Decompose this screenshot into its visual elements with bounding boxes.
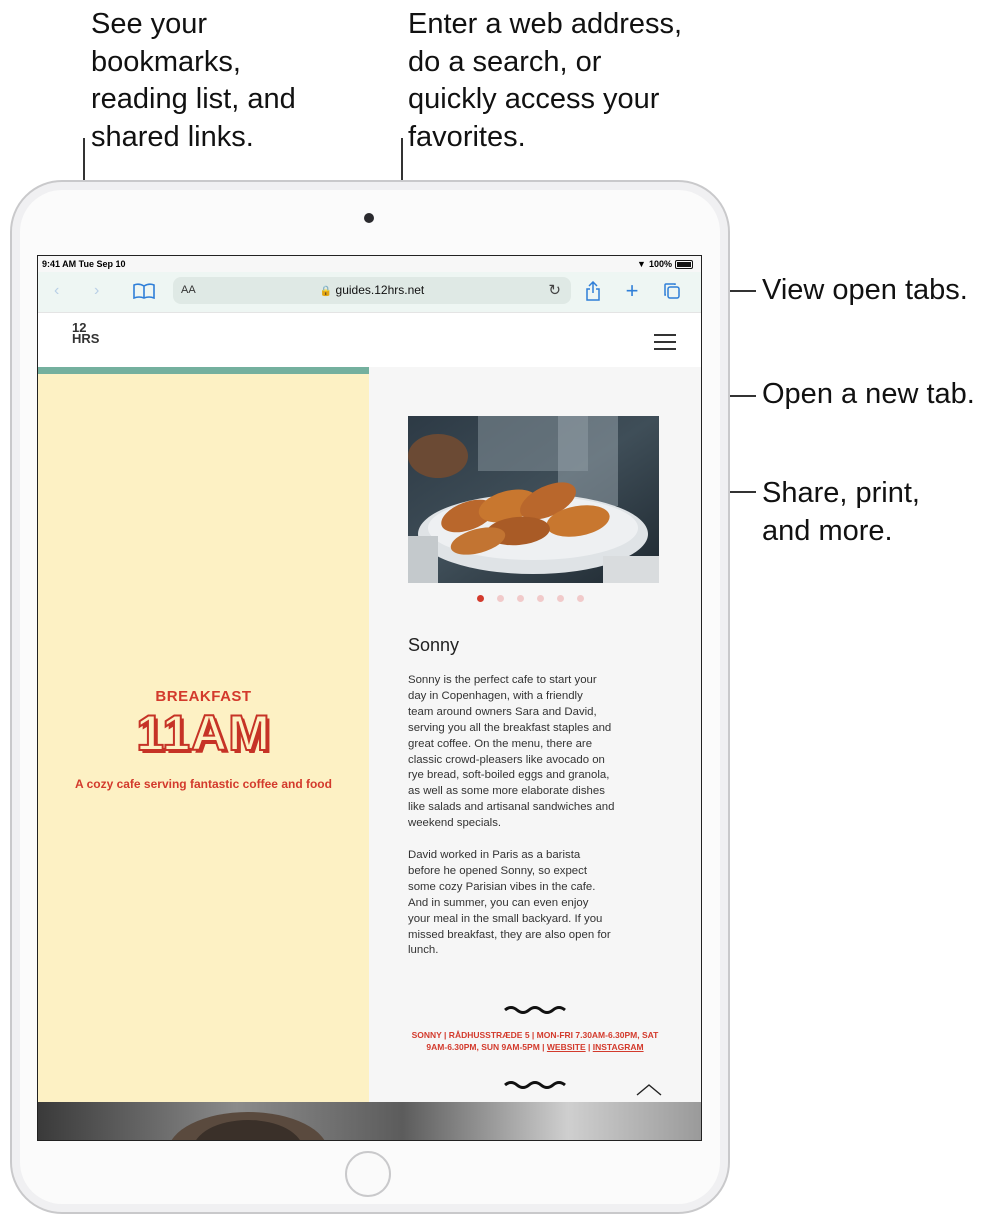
battery-percent: 100% [648,259,672,269]
carousel-dot[interactable] [557,595,564,602]
cafe-description-2: David worked in Paris as a barista befor… [408,849,611,957]
new-tab-icon[interactable]: + [624,278,640,304]
carousel-dot[interactable] [577,595,584,602]
squiggle-divider-top [504,1006,566,1014]
chevron-up-icon[interactable] [635,1083,663,1097]
site-logo[interactable]: 12 HRS [72,321,100,346]
ipad-screen: 9:41 AM Tue Sep 10 ▼ 100% ‹ › AA 🔒 guide… [37,255,702,1141]
status-bar: 9:41 AM Tue Sep 10 ▼ 100% [38,256,701,272]
carousel-dot[interactable] [497,595,504,602]
status-time: 9:41 AM Tue Sep 10 [42,259,126,269]
carousel-dot[interactable] [537,595,544,602]
carousel-dot[interactable] [517,595,524,602]
address-line-2: 9AM-6.30PM, SUN 9AM-5PM | WEBSITE | INST… [399,1041,671,1053]
address-separator: | [585,1042,593,1052]
carousel-dot[interactable] [477,595,484,602]
article-panel: Sonny Sonny is the perfect cafe to start… [369,367,701,1102]
croissant-photo[interactable] [408,416,659,583]
wifi-icon: ▼ [637,259,646,269]
carousel-dots[interactable] [477,595,584,602]
callout-tabs: View open tabs. [762,274,968,306]
battery-icon [675,259,693,269]
squiggle-divider-bottom [504,1081,566,1089]
cafe-address: SONNY | RÅDHUSSTRÆDE 5 | MON-FRI 7.30AM-… [399,1029,671,1053]
home-button[interactable] [345,1151,391,1197]
breakfast-time: 11AM [135,704,271,762]
logo-bottom: HRS [72,331,100,346]
next-section-image [38,1102,701,1140]
callout-new-tab: Open a new tab. [762,378,975,410]
camera-icon [364,213,374,223]
bookmarks-icon[interactable] [132,278,156,304]
lock-icon: 🔒 [319,286,333,297]
hero-subtitle: A cozy cafe serving fantastic coffee and… [75,777,332,791]
url-field[interactable]: 🔒 guides.12hrs.net [173,283,571,297]
site-header: 12 HRS [38,312,701,368]
tabs-icon[interactable] [662,278,682,304]
share-icon[interactable] [584,278,602,304]
callout-bookmarks: See your bookmarks, reading list, and sh… [91,8,296,153]
forward-icon[interactable]: › [94,278,99,304]
address-bar[interactable]: AA 🔒 guides.12hrs.net ↻ [173,277,571,304]
address-hours: 9AM-6.30PM, SUN 9AM-5PM | [426,1042,547,1052]
back-icon[interactable]: ‹ [54,278,59,304]
cafe-title: Sonny [408,635,460,655]
cafe-description-1: Sonny is the perfect cafe to start your … [408,674,615,830]
reading-progress-bar [38,367,369,374]
callout-address: Enter a web address, do a search, or qui… [408,8,683,153]
address-line-1: SONNY | RÅDHUSSTRÆDE 5 | MON-FRI 7.30AM-… [411,1030,659,1040]
reload-icon[interactable]: ↻ [548,281,561,299]
website-link[interactable]: WEBSITE [547,1042,586,1052]
instagram-link[interactable]: INSTAGRAM [593,1042,644,1052]
safari-toolbar: ‹ › AA 🔒 guides.12hrs.net ↻ + [38,272,701,312]
status-right: ▼ 100% [637,259,693,269]
url-text: guides.12hrs.net [335,283,425,297]
breakfast-label: BREAKFAST [155,688,252,705]
callout-share: Share, print, and more. [762,477,920,547]
hamburger-menu-icon[interactable] [654,334,676,355]
